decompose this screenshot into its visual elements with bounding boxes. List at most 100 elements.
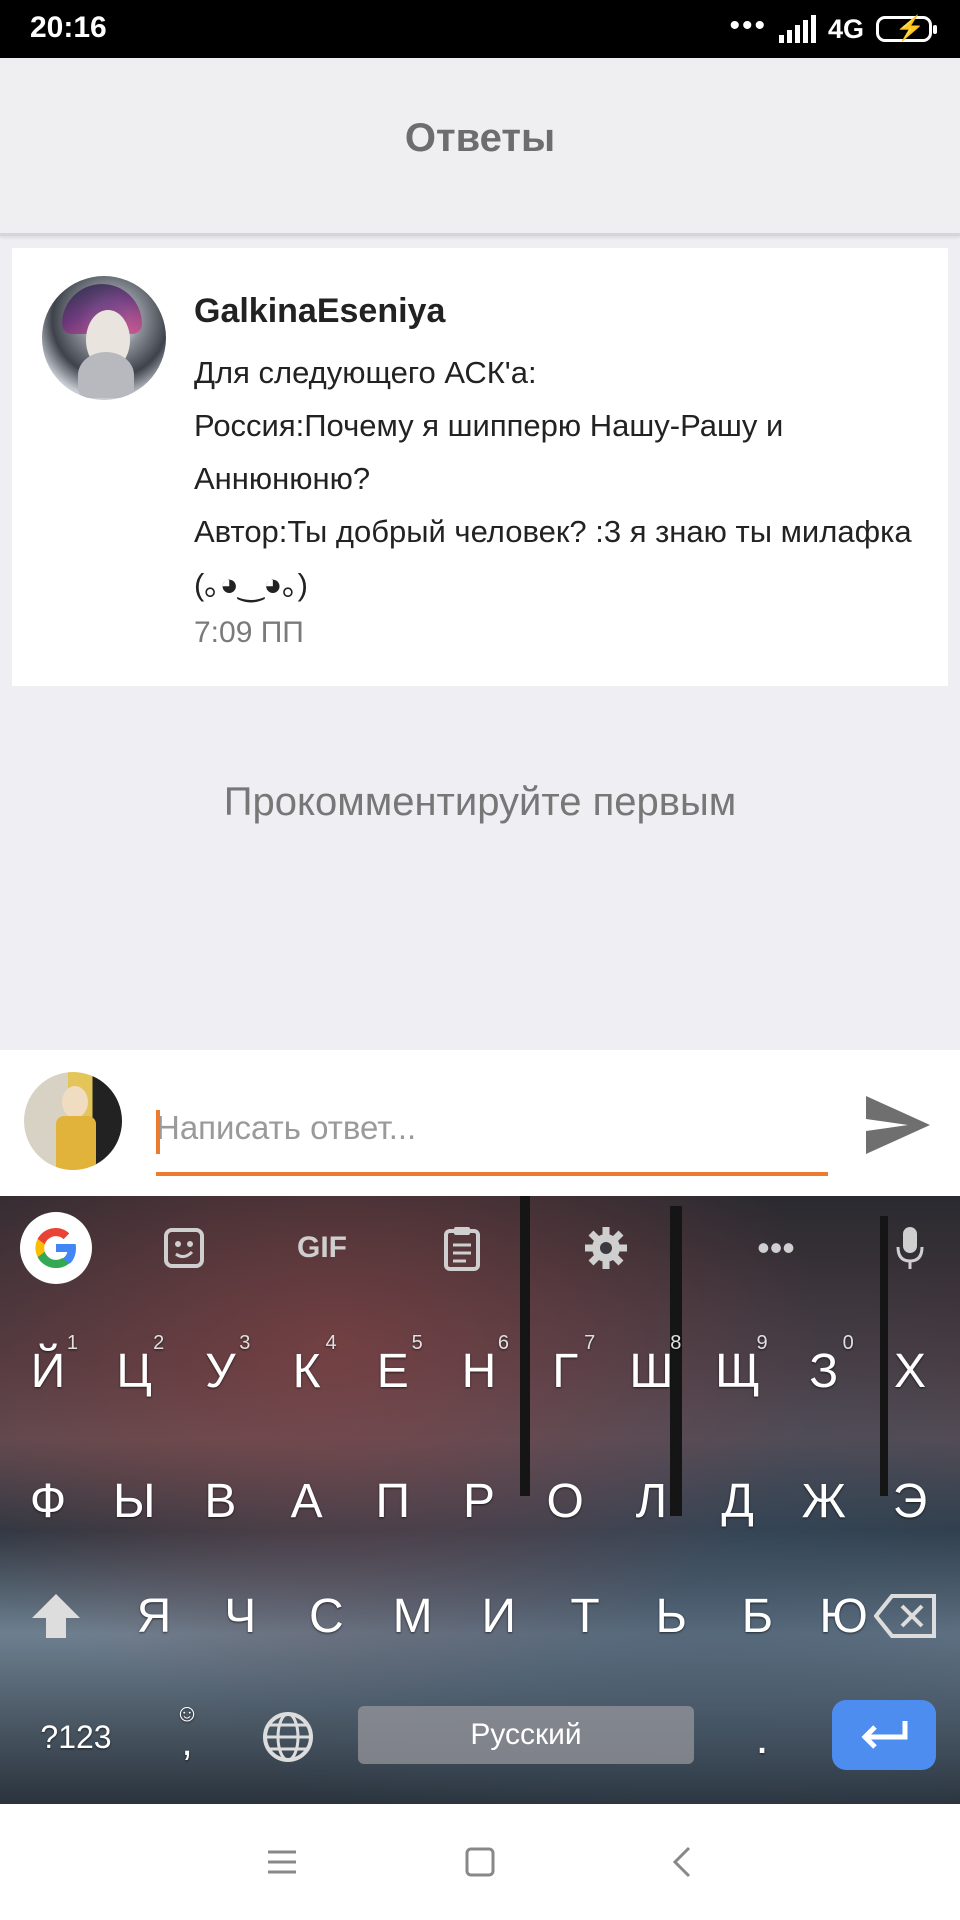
reply-composer: [0, 1050, 960, 1196]
status-icons: ••• 4G ⚡: [729, 9, 937, 46]
letter-key[interactable]: Ф: [6, 1456, 90, 1546]
letter-key[interactable]: Ж: [782, 1456, 866, 1546]
clipboard-icon[interactable]: [430, 1216, 494, 1280]
text-cursor: [156, 1110, 160, 1154]
letter-key[interactable]: Х: [868, 1326, 952, 1416]
keyboard-toolbar: GIF •••: [0, 1196, 960, 1300]
letter-key[interactable]: Ц2: [92, 1326, 176, 1416]
key-label: Н: [461, 1344, 497, 1398]
letter-key[interactable]: Й1: [6, 1326, 90, 1416]
key-label: Э: [892, 1474, 928, 1528]
send-button[interactable]: [862, 1090, 934, 1160]
mic-icon[interactable]: [880, 1216, 940, 1280]
send-icon: [866, 1096, 930, 1154]
key-hint: 9: [756, 1332, 768, 1354]
key-label: Я: [136, 1589, 172, 1643]
network-type: 4G: [827, 13, 864, 44]
letter-key[interactable]: Т: [543, 1571, 627, 1661]
author-avatar[interactable]: [42, 276, 166, 400]
key-hint: 0: [842, 1332, 854, 1354]
language-key[interactable]: [246, 1692, 330, 1782]
status-time: 20:16: [30, 11, 107, 44]
reply-input[interactable]: [156, 1098, 828, 1158]
backspace-icon: [874, 1594, 936, 1638]
back-nav-button[interactable]: [652, 1834, 712, 1890]
letter-key[interactable]: Ь: [629, 1571, 713, 1661]
empty-comments-message: Прокомментируйте первым: [223, 780, 737, 824]
letter-key[interactable]: М: [371, 1571, 455, 1661]
letter-key[interactable]: З0: [782, 1326, 866, 1416]
gif-button[interactable]: GIF: [284, 1216, 360, 1280]
letter-key[interactable]: У3: [178, 1326, 262, 1416]
letter-key[interactable]: Г7: [523, 1326, 607, 1416]
app-header: Ответы: [0, 58, 960, 236]
backspace-key[interactable]: [864, 1571, 948, 1661]
key-label: Ш: [629, 1344, 674, 1398]
key-hint: 3: [239, 1332, 251, 1354]
letter-key[interactable]: Ч: [198, 1571, 282, 1661]
letter-key[interactable]: Е5: [351, 1326, 435, 1416]
home-nav-button[interactable]: [450, 1834, 510, 1890]
home-icon: [465, 1847, 495, 1877]
letter-key[interactable]: С: [284, 1571, 368, 1661]
key-label: Р: [462, 1474, 495, 1528]
settings-icon[interactable]: [574, 1216, 638, 1280]
key-label: Ч: [224, 1589, 257, 1643]
post-line: Автор:Ты добрый человек? :3 я знаю ты ми…: [194, 514, 912, 602]
back-icon: [672, 1846, 691, 1878]
letter-key[interactable]: Б: [715, 1571, 799, 1661]
letter-key[interactable]: П: [351, 1456, 435, 1546]
post-timestamp: 7:09 ПП: [194, 616, 304, 649]
post-text: Для следующего АСК'а: Россия:Почему я ши…: [194, 346, 924, 611]
google-icon[interactable]: [20, 1212, 92, 1284]
sticker-icon[interactable]: [152, 1216, 216, 1280]
key-label: Й: [30, 1344, 66, 1398]
key-label: П: [375, 1474, 411, 1528]
letter-key[interactable]: Я: [112, 1571, 196, 1661]
post-author[interactable]: GalkinaEseniya: [194, 292, 445, 331]
letter-key[interactable]: К4: [265, 1326, 349, 1416]
letter-key[interactable]: А: [265, 1456, 349, 1546]
key-label: А: [290, 1474, 323, 1528]
page-title: Ответы: [404, 116, 556, 160]
letter-key[interactable]: Щ9: [696, 1326, 780, 1416]
letter-key[interactable]: Э: [868, 1456, 952, 1546]
symbols-key[interactable]: ?123: [26, 1692, 126, 1782]
signal-icon: [778, 15, 816, 43]
letter-key[interactable]: И: [457, 1571, 541, 1661]
letter-key[interactable]: О: [523, 1456, 607, 1546]
notification-dots: •••: [729, 9, 767, 42]
key-label: М: [392, 1589, 433, 1643]
key-hint: 4: [325, 1332, 337, 1354]
reply-input-wrapper: [156, 1098, 828, 1176]
key-label: О: [546, 1474, 584, 1528]
letter-key[interactable]: Л: [609, 1456, 693, 1546]
user-avatar: [24, 1072, 122, 1170]
letter-key[interactable]: Ы: [92, 1456, 176, 1546]
key-label: С: [309, 1589, 344, 1643]
letter-key[interactable]: Р: [437, 1456, 521, 1546]
more-icon[interactable]: •••: [744, 1216, 808, 1280]
post-card: GalkinaEseniya Для следующего АСК'а: Рос…: [12, 248, 948, 686]
globe-icon: [263, 1712, 313, 1762]
enter-key[interactable]: [832, 1700, 936, 1770]
key-label: Т: [570, 1589, 600, 1643]
key-hint: 5: [411, 1332, 423, 1354]
letter-key[interactable]: Ш8: [609, 1326, 693, 1416]
key-label: Щ: [715, 1344, 761, 1398]
key-hint: 2: [153, 1332, 165, 1354]
key-label: Ц: [116, 1344, 152, 1398]
letter-key[interactable]: Д: [696, 1456, 780, 1546]
key-label: Ф: [29, 1474, 67, 1528]
space-key[interactable]: Русский: [358, 1706, 694, 1764]
emoji-comma-key[interactable]: ☺ ,: [152, 1692, 222, 1782]
menu-nav-button[interactable]: [252, 1834, 312, 1890]
shift-key[interactable]: [14, 1571, 98, 1661]
letter-key[interactable]: В: [178, 1456, 262, 1546]
period-key[interactable]: .: [720, 1692, 804, 1782]
letter-key[interactable]: Н6: [437, 1326, 521, 1416]
enter-icon: [861, 1721, 908, 1749]
key-hint: 6: [497, 1332, 509, 1354]
post-line: Для следующего АСК'а:: [194, 355, 537, 390]
key-hint: 8: [670, 1332, 682, 1354]
